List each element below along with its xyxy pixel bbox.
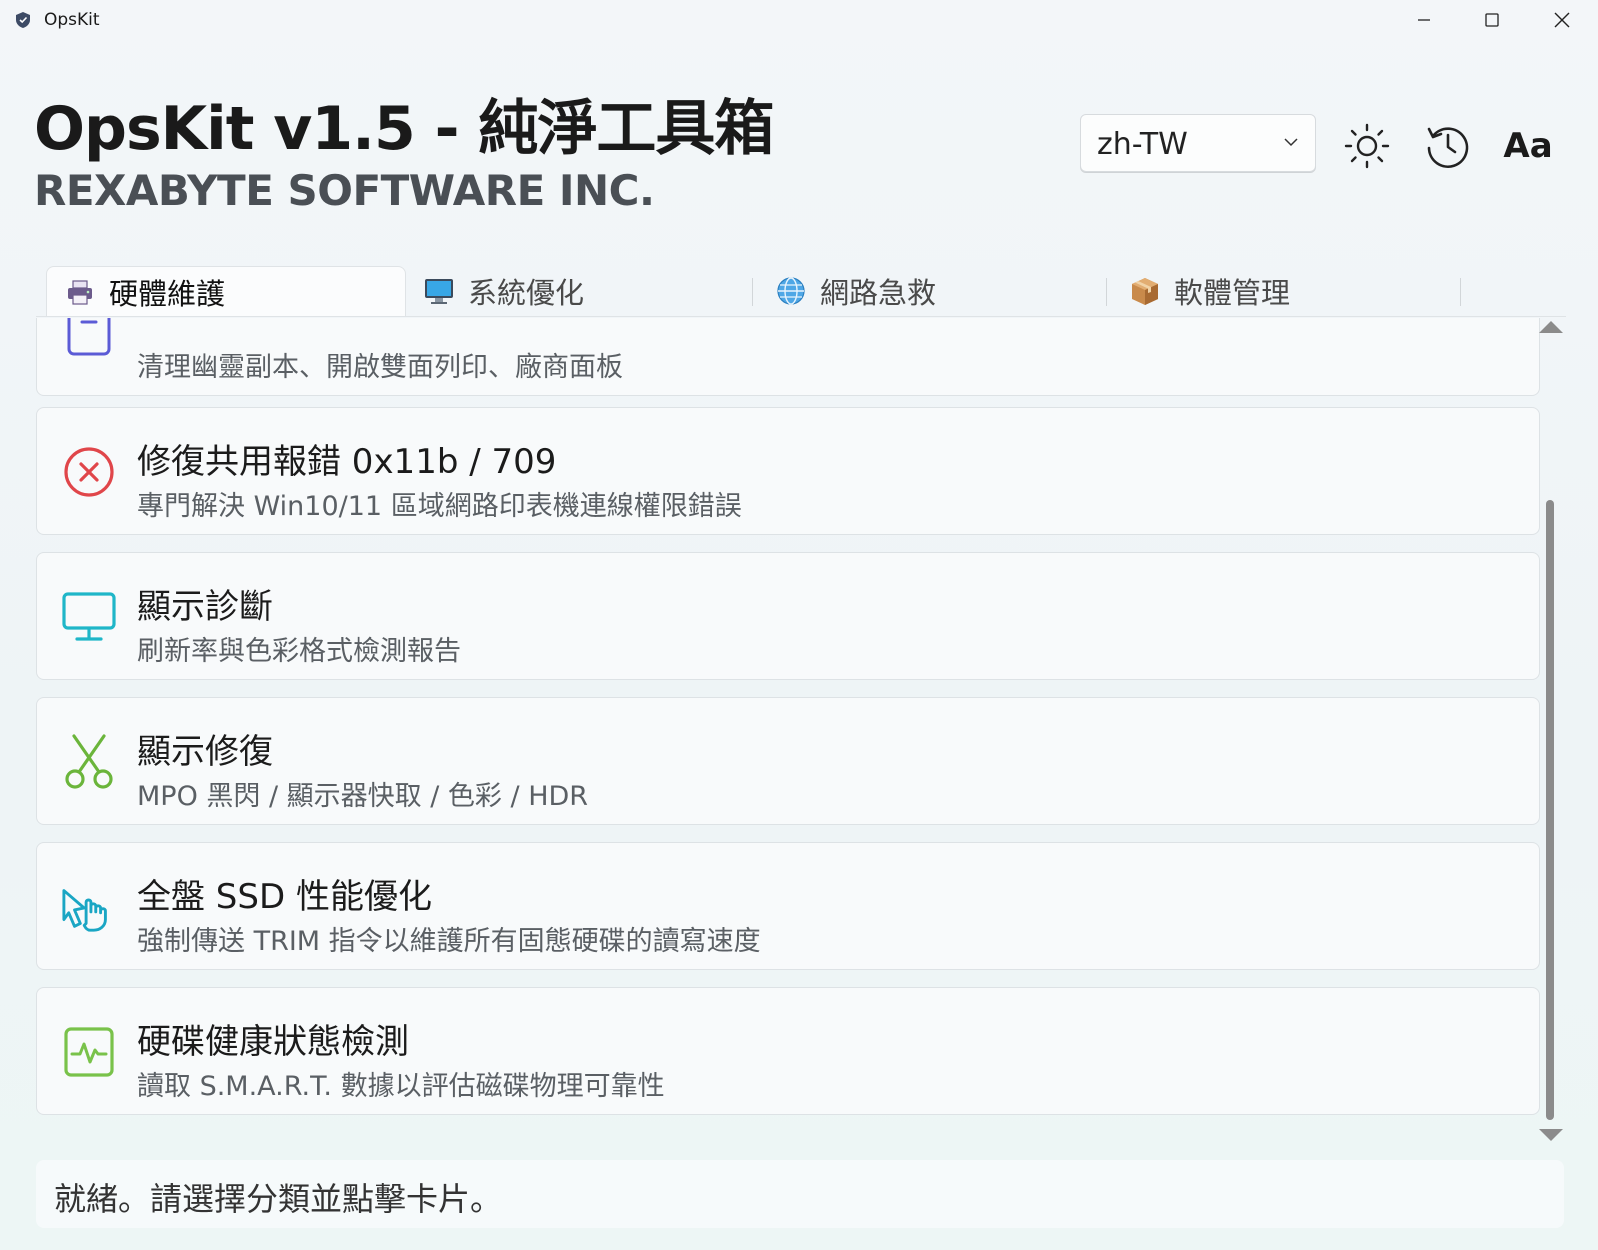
theme-toggle-button[interactable]: [1343, 122, 1391, 170]
scrollbar-thumb[interactable]: [1546, 500, 1554, 1120]
category-tabs: 硬體維護 系統優化 網路急救 軟體管理: [46, 266, 1564, 316]
maximize-icon: [1485, 13, 1499, 27]
tool-card-printer-cleanup[interactable]: 清理幽靈副本、開啟雙面列印、廠商面板: [36, 318, 1540, 396]
pointer-hand-icon: [61, 879, 117, 935]
tool-card-share-error-fix[interactable]: 修復共用報錯 0x11b / 709 專門解決 Win10/11 區域網路印表機…: [36, 407, 1540, 535]
company-name: REXABYTE SOFTWARE INC.: [34, 166, 655, 215]
printer-icon: [65, 277, 95, 307]
maximize-button[interactable]: [1458, 0, 1526, 40]
tab-separator: [1460, 278, 1461, 306]
window-title: OpsKit: [44, 10, 100, 30]
scroll-down-arrow[interactable]: [1538, 1128, 1564, 1142]
card-title: 顯示診斷: [137, 587, 273, 627]
minimize-icon: [1418, 19, 1430, 21]
card-title: 全盤 SSD 性能優化: [137, 877, 432, 917]
status-text: 就緒。請選擇分類並點擊卡片。: [54, 1180, 503, 1218]
card-description: 專門解決 Win10/11 區域網路印表機連線權限錯誤: [137, 491, 742, 522]
tab-software[interactable]: 軟體管理: [1112, 266, 1472, 316]
display-icon: [61, 589, 117, 645]
card-title: 修復共用報錯 0x11b / 709: [137, 442, 557, 482]
scissors-icon: [61, 734, 117, 790]
chevron-down-icon: [1284, 138, 1298, 147]
tool-card-display-repair[interactable]: 顯示修復 MPO 黑閃 / 顯示器快取 / 色彩 / HDR: [36, 697, 1540, 825]
font-size-label: Aa: [1503, 126, 1553, 166]
card-title: 顯示修復: [137, 732, 273, 772]
printer-outline-icon: [61, 318, 117, 361]
tab-network[interactable]: 網路急救: [758, 266, 1118, 316]
card-description: 清理幽靈副本、開啟雙面列印、廠商面板: [137, 352, 623, 383]
scroll-up-arrow[interactable]: [1538, 320, 1564, 334]
app-heading: OpsKit v1.5 - 純淨工具箱: [34, 94, 774, 164]
error-circle-icon: [61, 444, 117, 500]
card-description: 刷新率與色彩格式檢測報告: [137, 636, 461, 667]
sun-icon: [1344, 123, 1390, 169]
package-icon: [1130, 276, 1160, 306]
tab-hardware[interactable]: 硬體維護: [46, 266, 406, 316]
tab-label: 硬體維護: [109, 276, 226, 311]
tool-card-ssd-optimize[interactable]: 全盤 SSD 性能優化 強制傳送 TRIM 指令以維護所有固態硬碟的讀寫速度: [36, 842, 1540, 970]
shield-app-icon: [16, 12, 30, 28]
close-button[interactable]: [1528, 0, 1596, 40]
minimize-button[interactable]: [1390, 0, 1458, 40]
tool-card-disk-health[interactable]: 硬碟健康狀態檢測 讀取 S.M.A.R.T. 數據以評估磁碟物理可靠性: [36, 987, 1540, 1115]
monitor-icon: [424, 276, 454, 306]
tab-label: 網路急救: [820, 276, 937, 310]
tab-separator: [752, 278, 753, 306]
language-select[interactable]: zh-TW: [1080, 114, 1316, 172]
activity-icon: [61, 1024, 117, 1080]
tool-card-display-diagnosis[interactable]: 顯示診斷 刷新率與色彩格式檢測報告: [36, 552, 1540, 680]
history-icon: [1427, 127, 1469, 168]
tab-separator: [1106, 278, 1107, 306]
tab-label: 系統優化: [468, 276, 585, 310]
globe-icon: [776, 276, 806, 306]
history-button[interactable]: [1424, 122, 1472, 170]
language-value: zh-TW: [1097, 127, 1188, 162]
close-icon: [1554, 12, 1570, 28]
status-bar: 就緒。請選擇分類並點擊卡片。: [36, 1160, 1564, 1228]
tab-system[interactable]: 系統優化: [406, 266, 766, 316]
tab-divider: [36, 316, 1566, 317]
card-description: MPO 黑閃 / 顯示器快取 / 色彩 / HDR: [137, 781, 589, 812]
app-window: OpsKit OpsKit v1.5 - 純淨工具箱 REXABYTE SOFT…: [0, 0, 1598, 1250]
card-description: 強制傳送 TRIM 指令以維護所有固態硬碟的讀寫速度: [137, 926, 761, 957]
tab-label: 軟體管理: [1174, 276, 1291, 310]
card-description: 讀取 S.M.A.R.T. 數據以評估磁碟物理可靠性: [137, 1071, 665, 1102]
tool-card-list: 清理幽靈副本、開啟雙面列印、廠商面板 修復共用報錯 0x11b / 709 專門…: [36, 318, 1564, 1140]
card-title: 硬碟健康狀態檢測: [137, 1022, 409, 1062]
title-bar: OpsKit: [0, 0, 1598, 40]
font-size-button[interactable]: Aa: [1503, 122, 1553, 170]
